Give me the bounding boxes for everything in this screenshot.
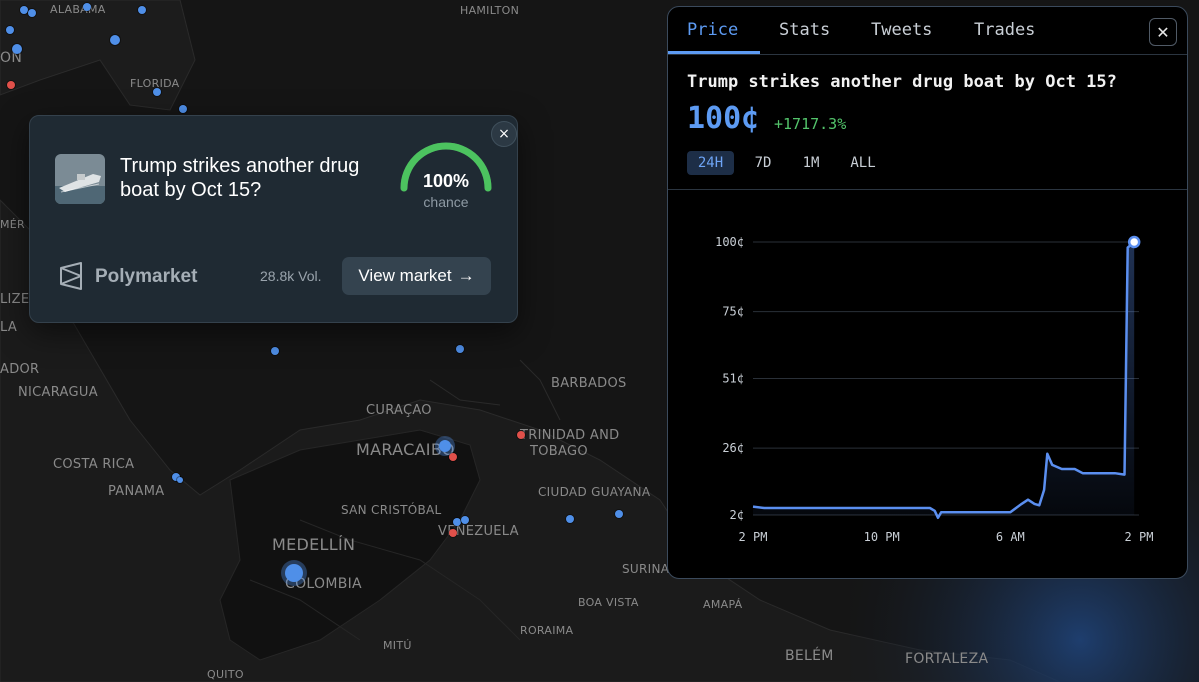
popup-close-button[interactable]: × [491, 121, 517, 147]
price-chart[interactable]: 100¢ 75¢ 51¢ 26¢ 2¢ 2 PM 10 PM 6 AM 2 PM [668, 190, 1188, 579]
arrow-right-icon: → [457, 266, 475, 285]
map-label: CIUDAD GUAYANA [538, 485, 651, 499]
x-tick-label: 2 PM [739, 530, 768, 544]
map-label: SAN CRISTÓBAL [341, 503, 442, 517]
map-marker-blue[interactable] [566, 515, 574, 523]
map-label: BOA VISTA [578, 596, 639, 609]
map-label: RORAIMA [520, 624, 574, 637]
map-label: CURAÇAO [366, 403, 432, 418]
tab-price[interactable]: Price [687, 20, 738, 40]
price-area-fill [753, 242, 1135, 518]
x-tick-label: 10 PM [864, 530, 900, 544]
panel-tabs: Price Stats Tweets Trades ✕ [668, 7, 1187, 55]
map-marker-blue[interactable] [271, 347, 279, 355]
map-marker-blue[interactable] [285, 564, 303, 582]
map-marker-blue[interactable] [12, 44, 22, 54]
x-tick-label: 6 AM [996, 530, 1025, 544]
range-24h-button[interactable]: 24H [687, 151, 734, 175]
map-label: MITÚ [383, 639, 412, 652]
range-all-button[interactable]: ALL [840, 151, 886, 175]
chance-label: chance [423, 194, 469, 210]
map-label: MÉR [0, 218, 25, 231]
map-marker-blue[interactable] [110, 35, 120, 45]
map-label: NICARAGUA [18, 385, 98, 400]
map-label: QUITO [207, 668, 244, 681]
map-label: TOBAGO [530, 444, 588, 459]
range-1m-button[interactable]: 1M [792, 151, 830, 175]
map-label: ALABAMA [50, 3, 106, 16]
polymarket-logo-icon [60, 262, 82, 290]
active-tab-indicator [668, 51, 760, 54]
map-marker-blue[interactable] [453, 518, 461, 526]
view-market-label: View market [358, 266, 452, 285]
panel-close-button[interactable]: ✕ [1149, 18, 1177, 46]
market-title: Trump strikes another drug boat by Oct 1… [120, 155, 360, 201]
map-marker-red[interactable] [449, 529, 457, 537]
map-marker-blue[interactable] [177, 477, 183, 483]
y-tick-label: 26¢ [722, 441, 744, 455]
map-marker-blue[interactable] [615, 510, 623, 518]
close-icon: ✕ [1156, 22, 1170, 42]
map-marker-blue[interactable] [6, 26, 14, 34]
map-label: BELÉM [785, 648, 834, 664]
map-label: ADOR [0, 362, 40, 377]
map-label: LA [0, 320, 18, 335]
map-marker-blue[interactable] [20, 6, 28, 14]
map-label: FORTALEZA [905, 651, 989, 667]
tab-stats[interactable]: Stats [779, 20, 830, 40]
chart-x-ticks: 2 PM 10 PM 6 AM 2 PM [739, 530, 1154, 544]
market-volume: 28.8k Vol. [260, 268, 322, 284]
chart-y-ticks: 100¢ 75¢ 51¢ 26¢ 2¢ [715, 235, 744, 522]
price-change: +1717.3% [774, 115, 847, 133]
tab-trades[interactable]: Trades [974, 20, 1035, 40]
y-tick-label: 51¢ [722, 372, 744, 386]
map-marker-blue[interactable] [28, 9, 36, 17]
map-marker-red[interactable] [449, 453, 457, 461]
map-label: PANAMA [108, 484, 165, 499]
range-7d-button[interactable]: 7D [744, 151, 782, 175]
map-label: HAMILTON [460, 4, 520, 17]
map-label: COSTA RICA [53, 457, 135, 472]
map-label: SURINA [622, 562, 670, 576]
close-icon: × [498, 126, 510, 142]
map-label: MEDELLÍN [272, 535, 356, 554]
y-tick-label: 100¢ [715, 235, 744, 249]
map-marker-red[interactable] [7, 81, 15, 89]
market-thumbnail [55, 154, 105, 204]
brand-name: Polymarket [95, 266, 198, 287]
map-marker-blue[interactable] [439, 440, 451, 452]
map-marker-blue[interactable] [456, 345, 464, 353]
chance-value: 100% [422, 171, 470, 191]
map-marker-blue[interactable] [179, 105, 187, 113]
tab-tweets[interactable]: Tweets [871, 20, 932, 40]
map-marker-red[interactable] [517, 431, 525, 439]
map-marker-blue[interactable] [461, 516, 469, 524]
map-label: BARBADOS [551, 376, 627, 391]
latest-price-marker [1127, 235, 1141, 249]
y-tick-label: 2¢ [730, 508, 744, 522]
market-detail-panel: Price Stats Tweets Trades ✕ Trump strike… [667, 6, 1188, 579]
map-label: TRINIDAD AND [520, 428, 620, 443]
view-market-button[interactable]: View market → [342, 257, 491, 295]
map-marker-blue[interactable] [153, 88, 161, 96]
current-price: 100¢ [687, 101, 760, 136]
panel-market-title: Trump strikes another drug boat by Oct 1… [687, 72, 1117, 92]
market-popup-card[interactable]: Trump strikes another drug boat by Oct 1… [29, 115, 518, 323]
map-label: AMAPÁ [703, 598, 743, 611]
map-marker-blue[interactable] [83, 3, 91, 11]
map-marker-blue[interactable] [138, 6, 146, 14]
y-tick-label: 75¢ [722, 305, 744, 319]
map-label: LIZE [0, 292, 30, 307]
x-tick-label: 2 PM [1125, 530, 1154, 544]
